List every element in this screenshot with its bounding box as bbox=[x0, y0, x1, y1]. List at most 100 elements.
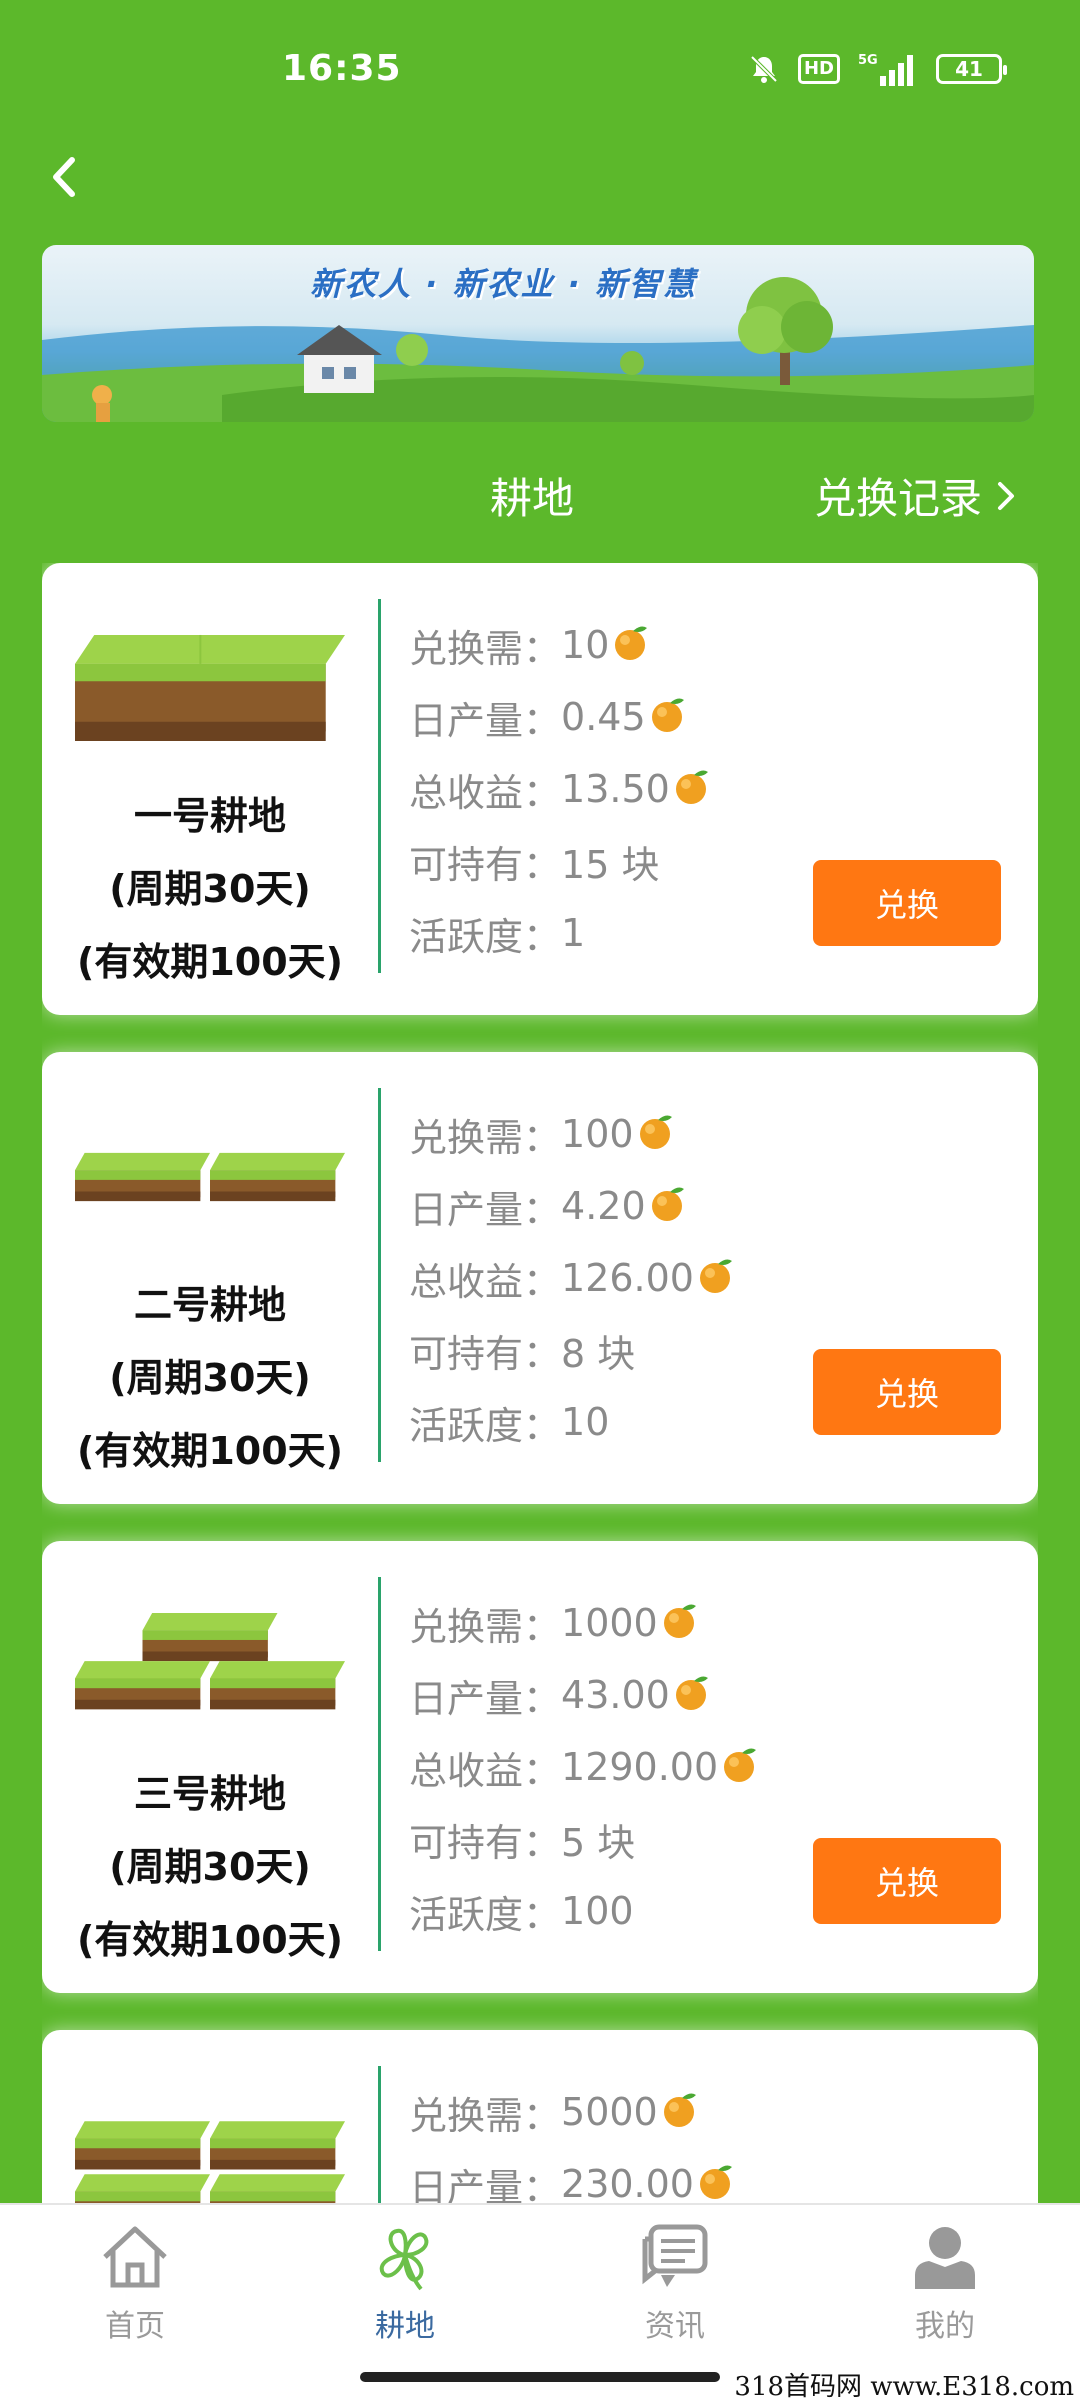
bell-muted-icon bbox=[748, 53, 780, 85]
stat-value: 1290.00 bbox=[561, 1745, 719, 1789]
exchange-record-link[interactable]: 兑换记录 bbox=[814, 465, 1020, 526]
stat-label: 日产量： bbox=[409, 2165, 562, 2204]
stat-value: 1 bbox=[561, 911, 586, 955]
land-name: 一号耕地 bbox=[133, 794, 286, 838]
stat-value: 0.45 bbox=[561, 695, 646, 739]
stat-value: 10 bbox=[561, 1400, 610, 1444]
nav-label: 我的 bbox=[915, 2309, 975, 2344]
card-divider bbox=[378, 2066, 381, 2203]
network-label: 5G bbox=[858, 53, 878, 68]
back-button[interactable] bbox=[38, 150, 92, 204]
stat-value: 100 bbox=[561, 1112, 634, 1156]
stat-value: 8 块 bbox=[561, 1331, 636, 1376]
home-icon bbox=[103, 2226, 167, 2288]
orange-coin-icon bbox=[639, 1115, 672, 1149]
land-name: 三号耕地 bbox=[133, 1772, 286, 1816]
land-validity: (有效期100天) bbox=[76, 1429, 344, 1473]
watermark: 318首码网 www.E318.com bbox=[734, 2372, 1074, 2400]
stat-row-cost: 兑换需： 5000 bbox=[409, 2076, 736, 2148]
land-info: 二号耕地 (周期30天) (有效期100天) bbox=[42, 1052, 378, 1504]
stat-row-daily: 日产量： 43.00 bbox=[409, 1659, 760, 1731]
chevron-right-icon bbox=[998, 481, 1014, 510]
exchange-button[interactable]: 兑换 bbox=[813, 860, 1001, 946]
exchange-button[interactable]: 兑换 bbox=[813, 1838, 1001, 1924]
stat-row-daily: 日产量： 230.00 bbox=[409, 2148, 736, 2203]
status-bar: 16:35 HD 5G 41 bbox=[0, 0, 1080, 140]
land-card: 一号耕地 (周期30天) (有效期100天) 兑换需： 10 日产量： 0.45 bbox=[42, 563, 1038, 1015]
stat-row-total: 总收益： 1290.00 bbox=[409, 1731, 760, 1803]
stat-row-total: 总收益： 13.50 bbox=[409, 753, 712, 825]
orange-coin-icon bbox=[663, 1604, 696, 1638]
stat-value: 100 bbox=[561, 1889, 634, 1933]
stat-label: 日产量： bbox=[409, 1676, 562, 1721]
stat-value: 1000 bbox=[561, 1601, 658, 1645]
stat-row-activity: 活跃度： 10 bbox=[409, 1386, 736, 1458]
status-time: 16:35 bbox=[282, 48, 402, 89]
land-card: 二号耕地 (周期30天) (有效期100天) 兑换需： 100 日产量： 4.2… bbox=[42, 1052, 1038, 1504]
orange-coin-icon bbox=[699, 1259, 732, 1293]
exchange-record-label: 兑换记录 bbox=[813, 474, 982, 523]
stat-row-cost: 兑换需： 100 bbox=[409, 1098, 736, 1170]
land-stats: 兑换需： 100 日产量： 4.20 总收益： 126.00 可持有： 8 块 … bbox=[409, 1098, 736, 1458]
stat-value: 5 块 bbox=[561, 1820, 636, 1865]
card-divider bbox=[378, 1088, 381, 1462]
land-cycle: (周期30天) bbox=[109, 867, 311, 911]
orange-coin-icon bbox=[675, 1676, 708, 1710]
stat-label: 兑换需： bbox=[409, 1115, 562, 1160]
orange-coin-icon bbox=[724, 1748, 757, 1782]
land-name: 二号耕地 bbox=[133, 1283, 286, 1327]
stat-label: 可持有： bbox=[409, 842, 562, 887]
orange-coin-icon bbox=[651, 698, 684, 732]
orange-coin-icon bbox=[651, 1187, 684, 1221]
user-icon bbox=[915, 2227, 975, 2289]
message-icon bbox=[642, 2224, 708, 2287]
stat-label: 可持有： bbox=[409, 1331, 562, 1376]
clover-icon bbox=[379, 2228, 429, 2291]
stat-value: 4.20 bbox=[561, 1184, 646, 1228]
land-info: 三号耕地 (周期30天) (有效期100天) bbox=[42, 1541, 378, 1993]
land-list[interactable]: 一号耕地 (周期30天) (有效期100天) 兑换需： 10 日产量： 0.45 bbox=[42, 563, 1038, 2203]
stat-row-activity: 活跃度： 1 bbox=[409, 897, 712, 969]
chevron-left-icon bbox=[53, 157, 75, 197]
stat-value: 43.00 bbox=[561, 1673, 670, 1717]
orange-coin-icon bbox=[663, 2093, 696, 2127]
land-info: 一号耕地 (周期30天) (有效期100天) bbox=[42, 563, 378, 1015]
stat-value: 230.00 bbox=[561, 2162, 694, 2203]
farmland-tile-image bbox=[75, 1102, 345, 1252]
banner-slogan: 新农人 · 新农业 · 新智慧 bbox=[310, 265, 697, 303]
stat-row-hold: 可持有： 15 块 bbox=[409, 825, 712, 897]
land-cycle: (周期30天) bbox=[109, 1356, 311, 1400]
battery-icon: 41 bbox=[936, 54, 1007, 84]
nav-item-home[interactable]: 首页 bbox=[0, 2205, 270, 2400]
farmland-tile-image bbox=[75, 2080, 345, 2203]
stat-row-hold: 可持有： 8 块 bbox=[409, 1314, 736, 1386]
stat-label: 总收益： bbox=[409, 1748, 562, 1793]
stat-value: 15 块 bbox=[561, 842, 660, 887]
orange-coin-icon bbox=[699, 2165, 732, 2199]
land-stats: 兑换需： 1000 日产量： 43.00 总收益： 1290.00 可持有： 5… bbox=[409, 1587, 760, 1947]
nav-item-farmland[interactable]: 耕地 bbox=[270, 2205, 540, 2400]
stat-value: 126.00 bbox=[561, 1256, 694, 1300]
stat-label: 日产量： bbox=[409, 1187, 562, 1232]
land-stats: 兑换需： 10 日产量： 0.45 总收益： 13.50 可持有： 15 块 活… bbox=[409, 609, 712, 969]
stat-row-activity: 活跃度： 100 bbox=[409, 1875, 760, 1947]
orange-coin-icon bbox=[615, 626, 648, 660]
stat-row-daily: 日产量： 4.20 bbox=[409, 1170, 736, 1242]
exchange-button[interactable]: 兑换 bbox=[813, 1349, 1001, 1435]
nav-label: 资讯 bbox=[645, 2309, 705, 2344]
card-divider bbox=[378, 1577, 381, 1951]
land-validity: (有效期100天) bbox=[76, 1918, 344, 1962]
stat-row-cost: 兑换需： 1000 bbox=[409, 1587, 760, 1659]
stat-value: 10 bbox=[561, 623, 610, 667]
farmland-tile-image bbox=[75, 613, 345, 763]
banner-image[interactable]: 新农人 · 新农业 · 新智慧 bbox=[42, 245, 1034, 422]
land-info bbox=[42, 2030, 378, 2203]
stat-label: 总收益： bbox=[409, 770, 562, 815]
stat-value: 5000 bbox=[561, 2090, 658, 2134]
hd-icon: HD bbox=[797, 54, 840, 84]
home-indicator[interactable] bbox=[360, 2372, 720, 2382]
land-stats: 兑换需： 5000 日产量： 230.00 bbox=[409, 2076, 736, 2203]
land-card: 兑换需： 5000 日产量： 230.00 bbox=[42, 2030, 1038, 2203]
stat-row-total: 总收益： 126.00 bbox=[409, 1242, 736, 1314]
stat-label: 活跃度： bbox=[409, 914, 562, 959]
